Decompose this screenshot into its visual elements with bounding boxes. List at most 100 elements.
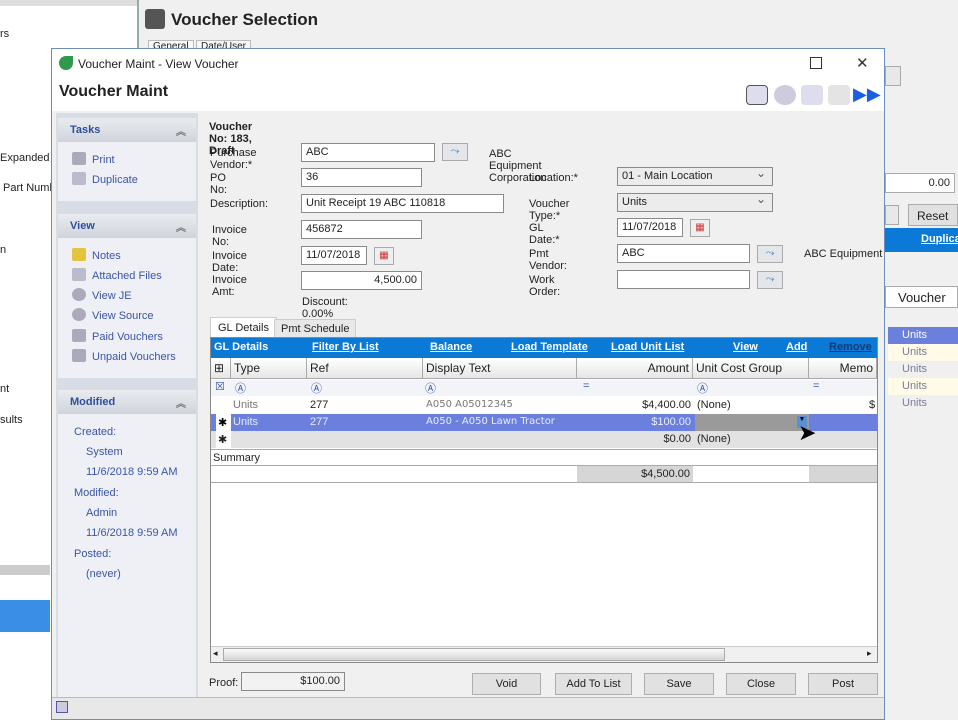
modified-label: Modified:: [74, 487, 119, 499]
sidebar-item-view-source[interactable]: View Source: [72, 308, 154, 322]
column-display-text[interactable]: Display Text: [423, 358, 577, 379]
status-icon: [56, 701, 68, 713]
bg-dropdown[interactable]: [885, 66, 901, 86]
table-row-selected[interactable]: ✱ Units 277 A050 - A050 Lawn Tractor $100.0…: [211, 414, 877, 431]
new-row-icon: ✱: [216, 414, 231, 431]
location-select[interactable]: 01 - Main Location: [617, 166, 773, 186]
column-memo[interactable]: Memo: [809, 358, 877, 379]
filter-by-list-link[interactable]: Filter By List: [312, 341, 379, 353]
sidebar-item-print[interactable]: Print: [72, 152, 115, 166]
load-template-link[interactable]: Load Template: [511, 341, 588, 353]
work-order-input[interactable]: [617, 270, 750, 289]
purchase-vendor-input[interactable]: ABC: [301, 143, 435, 162]
status-bar: [52, 697, 884, 719]
bg-amount-field[interactable]: 0.00: [885, 173, 955, 193]
summary-label: Summary: [211, 449, 877, 466]
vendor-lookup-button[interactable]: ⤳: [442, 143, 468, 161]
unit-cost-group-dropdown[interactable]: [695, 414, 809, 431]
tasks-header[interactable]: Tasks ︽: [58, 118, 196, 142]
sidebar-item-duplicate[interactable]: Duplicate: [72, 172, 138, 186]
tab-gl-details[interactable]: GL Details: [210, 317, 277, 338]
gl-date-label: GL Date:*: [529, 222, 560, 246]
add-note-icon[interactable]: [774, 85, 796, 105]
load-unit-list-link[interactable]: Load Unit List: [611, 341, 684, 353]
bg-row[interactable]: Units: [888, 361, 958, 378]
remove-link[interactable]: Remove: [829, 341, 872, 353]
bg-row[interactable]: Units: [888, 344, 958, 361]
column-amount[interactable]: Amount: [577, 358, 693, 379]
sidebar-item-paid-vouchers[interactable]: Paid Vouchers: [72, 329, 163, 343]
view-link[interactable]: View: [733, 341, 758, 353]
mouse-cursor-icon: ➤: [798, 420, 817, 445]
sidebar-item-attached-files[interactable]: Attached Files: [72, 268, 162, 282]
previous-icon[interactable]: [828, 85, 850, 105]
bg-row[interactable]: Units: [888, 327, 958, 344]
calendar-icon[interactable]: ▦: [690, 219, 710, 237]
close-button[interactable]: Close: [726, 673, 796, 695]
title-bar: Voucher Maint - View Voucher ✕: [52, 49, 884, 77]
work-order-label: Work Order:: [529, 274, 561, 298]
sidebar-item-unpaid-vouchers[interactable]: Unpaid Vouchers: [72, 349, 176, 363]
printer-icon: [72, 329, 86, 342]
add-link[interactable]: Add: [786, 341, 807, 353]
page-title: Voucher Maint: [59, 83, 169, 100]
proof-label: Proof:: [209, 677, 239, 689]
close-window-button[interactable]: ✕: [856, 54, 869, 72]
bg-row[interactable]: Units: [888, 395, 958, 412]
voucher-type-label: Voucher Type:*: [529, 198, 570, 222]
bg-reset-button[interactable]: Reset: [908, 204, 958, 226]
scroll-thumb[interactable]: [223, 648, 725, 661]
description-input[interactable]: Unit Receipt 19 ABC 110818: [301, 194, 504, 213]
work-order-lookup-button[interactable]: ⤳: [757, 271, 783, 289]
horizontal-scrollbar[interactable]: ◂ ▸: [211, 646, 877, 662]
invoice-date-input[interactable]: 11/07/2018: [301, 246, 367, 265]
bg-dropdown[interactable]: [885, 205, 899, 225]
email-icon[interactable]: [801, 85, 823, 105]
po-input[interactable]: 36: [301, 168, 422, 187]
gl-details-grid: GL Details Filter By List Balance Load T…: [210, 337, 878, 663]
collapse-icon[interactable]: ︽: [176, 395, 186, 410]
pmt-vendor-label: Pmt Vendor:: [529, 248, 567, 272]
voucher-type-select[interactable]: Units: [617, 192, 773, 212]
created-by: System: [86, 446, 123, 458]
sidebar-item-view-je[interactable]: View JE: [72, 288, 132, 302]
view-header[interactable]: View ︽: [58, 214, 196, 238]
attachment-icon: [72, 268, 86, 281]
new-row[interactable]: ✱ $0.00 (None): [211, 431, 877, 448]
new-row-icon: ✱: [216, 431, 231, 448]
gear-icon: [72, 308, 86, 321]
maximize-button[interactable]: [810, 57, 822, 69]
void-button[interactable]: Void: [472, 673, 541, 695]
next-icon[interactable]: ▶▶: [853, 85, 881, 105]
invoice-no-input[interactable]: 456872: [301, 220, 422, 239]
clipboard-icon[interactable]: [746, 85, 768, 105]
calendar-icon[interactable]: ▦: [374, 247, 394, 265]
invoice-amt-input[interactable]: 4,500.00: [301, 271, 422, 290]
table-row[interactable]: Units 277 A050 A05012345 $4,400.00 (None) $: [211, 397, 877, 414]
column-type[interactable]: Type: [231, 358, 307, 379]
modified-at: 11/6/2018 9:59 AM: [86, 527, 178, 539]
bg-text: n: [0, 244, 7, 256]
modified-header[interactable]: Modified ︽: [58, 390, 196, 414]
column-ref[interactable]: Ref: [307, 358, 423, 379]
pmt-vendor-lookup-button[interactable]: ⤳: [757, 245, 783, 263]
pmt-vendor-input[interactable]: ABC: [617, 244, 750, 263]
gl-date-input[interactable]: 11/07/2018: [617, 218, 683, 237]
tab-pmt-schedule[interactable]: Pmt Schedule: [274, 319, 357, 338]
bg-text: Expanded: [0, 152, 50, 164]
sidebar-item-notes[interactable]: Notes: [72, 248, 121, 262]
post-button[interactable]: Post: [808, 673, 878, 695]
bg-text: sults: [0, 414, 23, 426]
balance-link[interactable]: Balance: [430, 341, 472, 353]
filter-row[interactable]: ☒ Ⓐ Ⓐ Ⓐ = Ⓐ =: [211, 380, 877, 396]
column-unit-cost-group[interactable]: Unit Cost Group: [693, 358, 809, 379]
bg-row[interactable]: Units: [888, 378, 958, 395]
add-to-list-button[interactable]: Add To List: [555, 673, 632, 695]
bg-duplicate-link[interactable]: Duplica: [885, 228, 958, 252]
grid-title: GL Details: [214, 341, 269, 353]
collapse-icon[interactable]: ︽: [176, 123, 186, 138]
collapse-icon[interactable]: ︽: [176, 219, 186, 234]
bg-voucher-column[interactable]: Voucher: [885, 286, 958, 308]
column-chooser-icon[interactable]: ⊞: [211, 358, 231, 379]
save-button[interactable]: Save: [644, 673, 714, 695]
